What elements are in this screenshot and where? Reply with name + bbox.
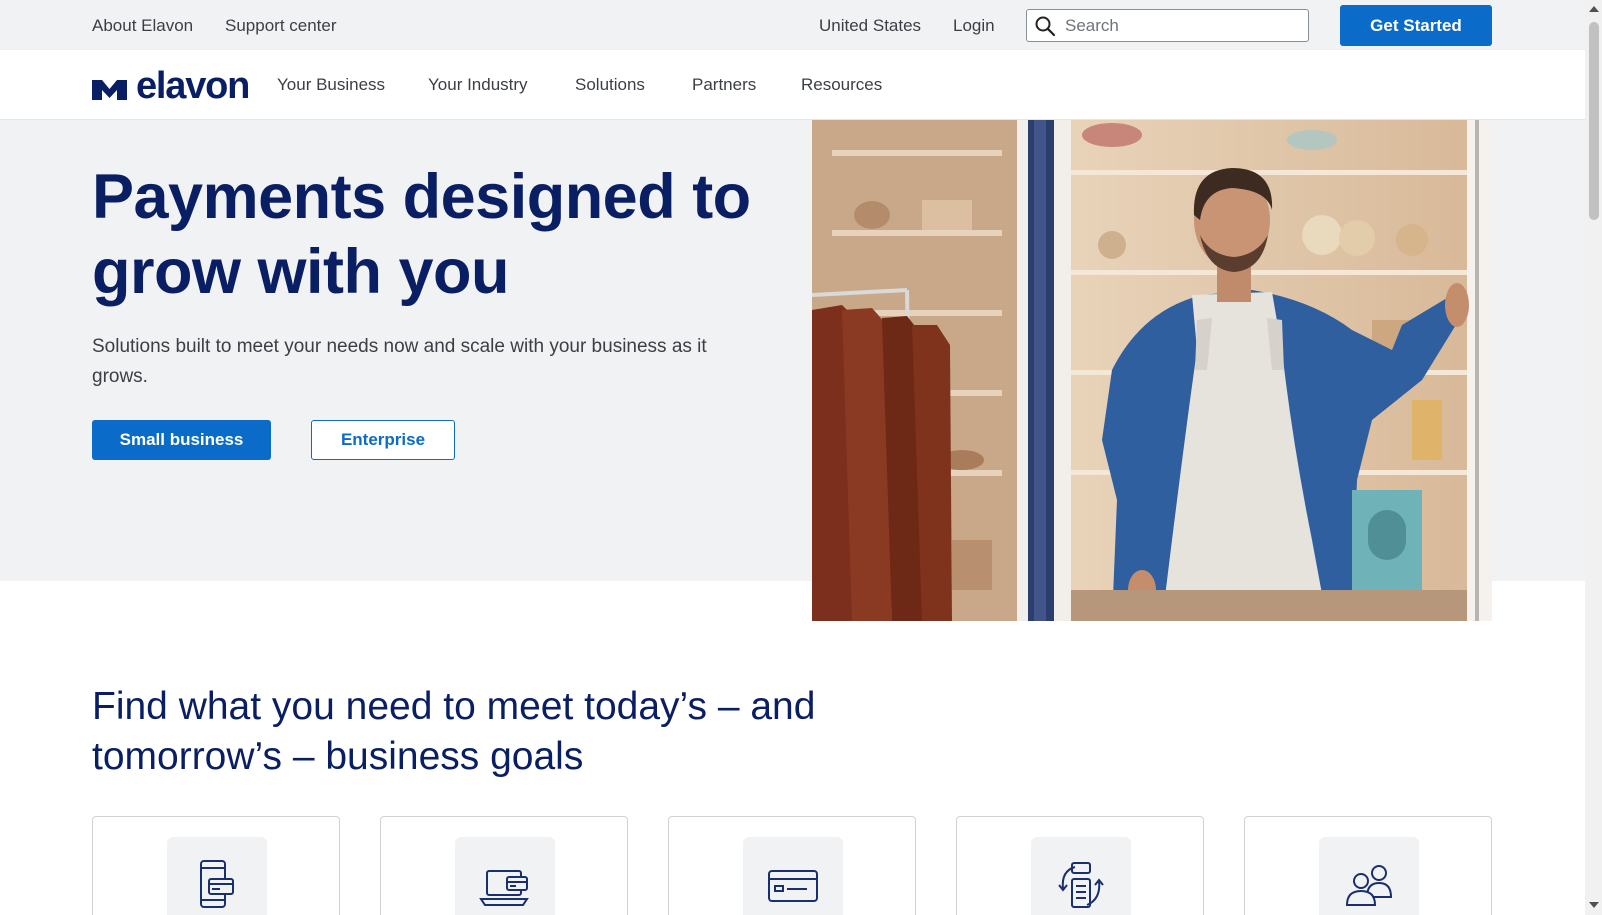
hero-title: Payments designed to grow with you <box>92 162 751 307</box>
scroll-up-arrow-icon[interactable] <box>1589 6 1599 12</box>
solution-card[interactable] <box>668 816 916 915</box>
logo-wordmark: elavon <box>136 65 250 107</box>
shop-owner-photo <box>812 120 1492 621</box>
credit-card-icon <box>768 870 818 902</box>
people-icon <box>1345 865 1393 906</box>
nav-your-industry[interactable]: Your Industry <box>428 75 528 95</box>
vertical-scrollbar[interactable] <box>1585 0 1602 915</box>
nav-resources[interactable]: Resources <box>801 75 882 95</box>
about-elavon-link[interactable]: About Elavon <box>92 16 193 36</box>
icon-tile <box>1031 837 1131 915</box>
icon-tile <box>1319 837 1419 915</box>
nav-your-business[interactable]: Your Business <box>277 75 385 95</box>
nav-partners[interactable]: Partners <box>692 75 756 95</box>
page: About Elavon Support center United State… <box>0 0 1585 915</box>
search-input[interactable] <box>1065 14 1295 38</box>
transaction-cycle-icon <box>1058 862 1104 908</box>
support-center-link[interactable]: Support center <box>225 16 337 36</box>
elavon-logo-mark-icon <box>92 80 127 100</box>
search-box[interactable] <box>1026 9 1309 42</box>
solution-card[interactable] <box>1244 816 1492 915</box>
region-selector[interactable]: United States <box>819 16 921 36</box>
utility-bar: About Elavon Support center United State… <box>0 0 1585 50</box>
search-icon[interactable] <box>1034 15 1056 37</box>
icon-tile <box>455 837 555 915</box>
solution-card[interactable] <box>92 816 340 915</box>
solution-card[interactable] <box>380 816 628 915</box>
section-title: Find what you need to meet today’s – and… <box>92 685 816 778</box>
mobile-payment-icon <box>200 860 234 908</box>
elavon-logo[interactable]: elavon <box>92 65 250 107</box>
scroll-thumb[interactable] <box>1589 22 1599 220</box>
hero-subtitle: Solutions built to meet your needs now a… <box>92 336 707 387</box>
login-link[interactable]: Login <box>953 16 995 36</box>
scroll-down-arrow-icon[interactable] <box>1589 902 1599 908</box>
icon-tile <box>167 837 267 915</box>
laptop-payment-icon <box>479 870 529 906</box>
enterprise-button[interactable]: Enterprise <box>311 420 455 460</box>
solution-card[interactable] <box>956 816 1204 915</box>
get-started-button[interactable]: Get Started <box>1340 5 1492 46</box>
small-business-button[interactable]: Small business <box>92 420 271 460</box>
icon-tile <box>743 837 843 915</box>
hero-image <box>812 120 1492 621</box>
nav-solutions[interactable]: Solutions <box>575 75 645 95</box>
main-nav: elavon Your Business Your Industry Solut… <box>0 50 1585 120</box>
